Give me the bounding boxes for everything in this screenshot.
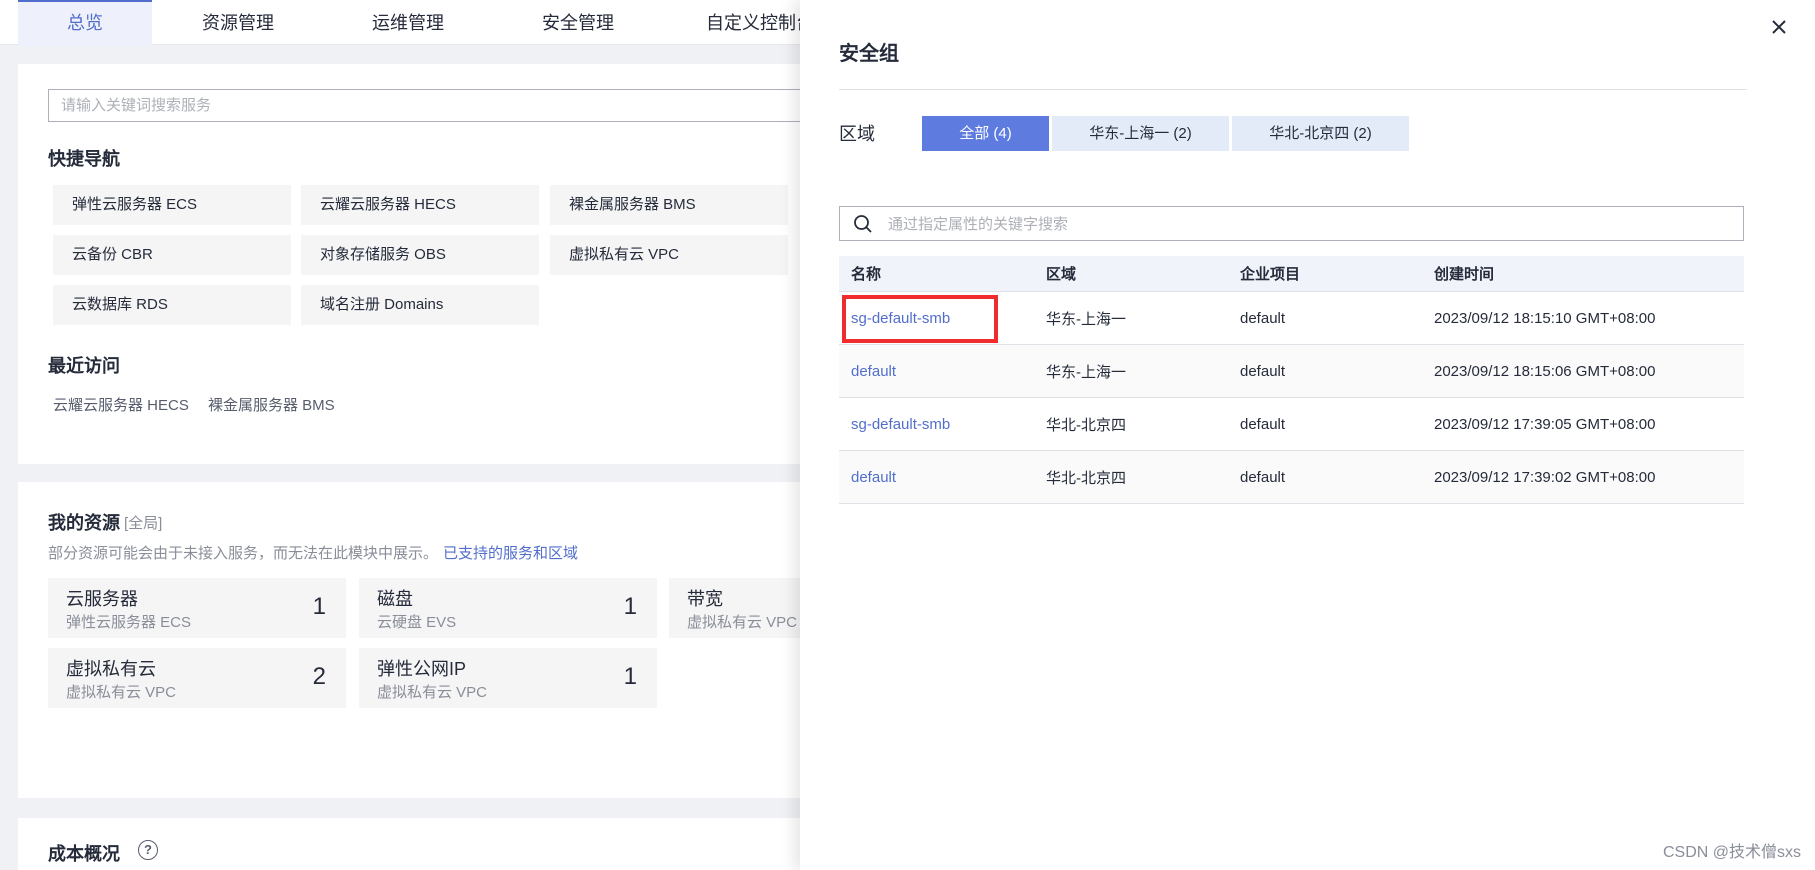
table-row: sg-default-smb 华北-北京四 default 2023/09/12… [839,398,1744,451]
resource-title: 带宽 [687,589,723,609]
sg-name-link[interactable]: default [851,451,896,503]
quick-nav-item[interactable]: 云备份 CBR [53,235,291,275]
quick-nav-title: 快捷导航 [48,149,120,169]
table-row: sg-default-smb 华东-上海一 default 2023/09/12… [839,292,1744,345]
sg-project: default [1240,415,1286,433]
quick-nav-item[interactable]: 虚拟私有云 VPC [550,235,788,275]
sg-created: 2023/09/12 18:15:10 GMT+08:00 [1434,309,1656,327]
sg-created: 2023/09/12 18:15:06 GMT+08:00 [1434,362,1656,380]
tab-resource-management[interactable]: 资源管理 [202,0,274,44]
region-tab-all[interactable]: 全部 (4) [922,116,1049,151]
column-header-created: 创建时间 [1434,266,1495,283]
resource-subtitle: 虚拟私有云 VPC [377,684,488,701]
sg-region: 华东-上海一 [1046,363,1126,381]
sg-region: 华北-北京四 [1046,469,1126,487]
quick-nav-item[interactable]: 弹性云服务器 ECS [53,185,291,225]
resource-subtitle: 虚拟私有云 VPC [687,614,798,631]
scope-badge: [全局] [124,515,163,532]
region-label: 区域 [839,124,875,144]
search-icon [854,215,872,233]
resource-title: 磁盘 [377,589,413,609]
resource-subtitle: 虚拟私有云 VPC [66,684,177,701]
sg-search-field[interactable] [839,206,1744,242]
help-icon[interactable]: ? [138,840,158,860]
quick-nav-item[interactable]: 云耀云服务器 HECS [301,185,539,225]
quick-nav-item[interactable]: 域名注册 Domains [301,285,539,325]
sg-project: default [1240,309,1286,327]
column-header-name: 名称 [851,266,882,283]
table-header: 名称 区域 企业项目 创建时间 [839,256,1744,292]
quick-nav-item[interactable]: 云数据库 RDS [53,285,291,325]
divider [839,89,1747,90]
resource-subtitle: 云硬盘 EVS [377,614,457,631]
resource-count: 2 [312,663,326,690]
tab-ops-management[interactable]: 运维管理 [372,0,444,44]
table-row: default 华北-北京四 default 2023/09/12 17:39:… [839,451,1744,504]
tab-overview[interactable]: 总览 [18,0,152,46]
resource-count: 1 [312,593,326,620]
sg-region: 华东-上海一 [1046,310,1126,328]
cost-title: 成本概况 [48,844,120,864]
security-group-table: 名称 区域 企业项目 创建时间 sg-default-smb 华东-上海一 de… [839,256,1744,504]
resource-subtitle: 弹性云服务器 ECS [66,614,192,631]
resource-count: 1 [623,593,637,620]
sg-created: 2023/09/12 17:39:05 GMT+08:00 [1434,415,1656,433]
recent-item[interactable]: 裸金属服务器 BMS [208,394,335,415]
sg-name-link[interactable]: sg-default-smb [851,292,950,344]
drawer-title: 安全组 [839,43,899,65]
recent-item[interactable]: 云耀云服务器 HECS [53,394,189,415]
quick-nav-item[interactable]: 对象存储服务 OBS [301,235,539,275]
close-icon[interactable] [1766,14,1792,40]
table-row: default 华东-上海一 default 2023/09/12 18:15:… [839,345,1744,398]
resource-title: 弹性公网IP [377,659,467,679]
resource-title: 云服务器 [66,589,138,609]
sg-region: 华北-北京四 [1046,416,1126,434]
sg-project: default [1240,468,1286,486]
resource-title: 虚拟私有云 [66,659,156,679]
sg-name-link[interactable]: sg-default-smb [851,398,950,450]
supported-services-link[interactable]: 已支持的服务和区域 [443,542,578,563]
region-tab-beijing[interactable]: 华北-北京四 (2) [1232,116,1409,151]
resource-card-servers[interactable]: 云服务器 弹性云服务器 ECS 1 [48,578,346,638]
resource-count: 1 [623,663,637,690]
resource-card-eip[interactable]: 弹性公网IP 虚拟私有云 VPC 1 [359,648,657,708]
resource-card-vpc[interactable]: 虚拟私有云 虚拟私有云 VPC 2 [48,648,346,708]
sg-created: 2023/09/12 17:39:02 GMT+08:00 [1434,468,1656,486]
watermark: CSDN @技术僧sxs [1662,844,1801,861]
quick-nav-item[interactable]: 裸金属服务器 BMS [550,185,788,225]
column-header-region: 区域 [1046,266,1077,283]
resources-note: 部分资源可能会由于未接入服务，而无法在此模块中展示。 [48,545,439,562]
recent-visits-title: 最近访问 [48,356,120,376]
tab-security-management[interactable]: 安全管理 [542,0,614,44]
resource-card-disks[interactable]: 磁盘 云硬盘 EVS 1 [359,578,657,638]
security-group-drawer: 安全组 区域 全部 (4) 华东-上海一 (2) 华北-北京四 (2) 名称 区… [800,0,1815,870]
region-tab-shanghai[interactable]: 华东-上海一 (2) [1052,116,1229,151]
sg-project: default [1240,362,1286,380]
column-header-project: 企业项目 [1240,266,1301,283]
my-resources-title: 我的资源 [48,513,120,533]
sg-name-link[interactable]: default [851,345,896,397]
tab-custom-console[interactable]: 自定义控制台 [706,0,814,44]
sg-search-input[interactable] [886,207,1730,242]
